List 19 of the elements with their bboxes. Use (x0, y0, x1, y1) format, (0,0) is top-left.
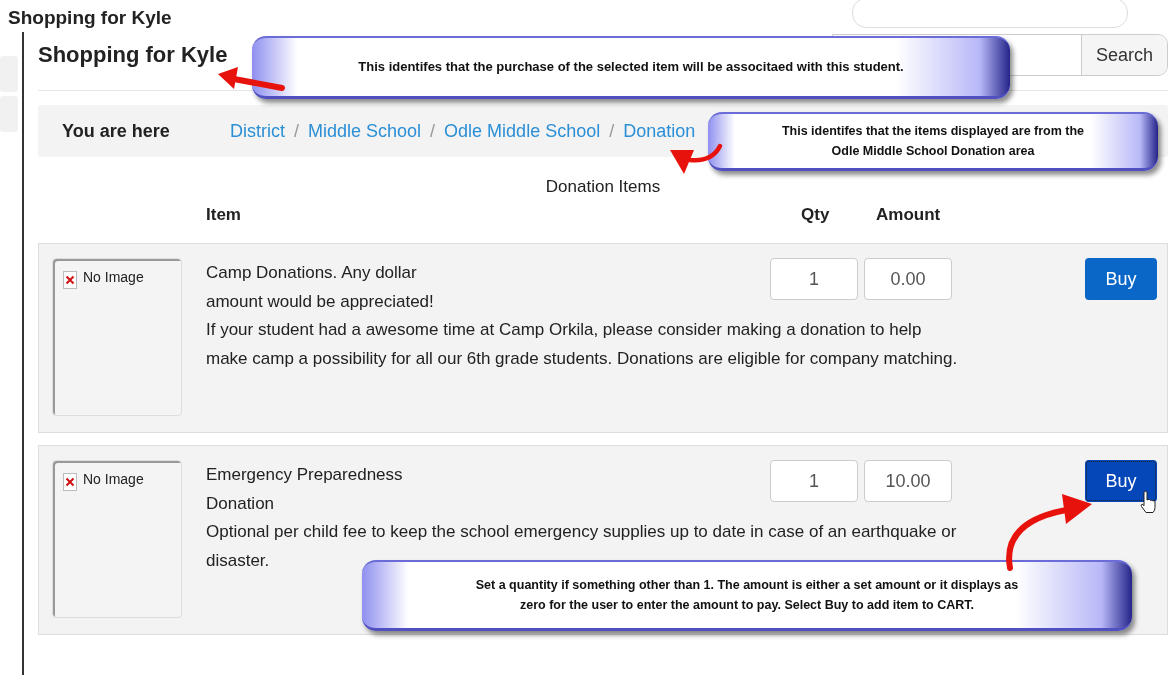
breadcrumb-separator: / (294, 120, 299, 142)
page-title: Shopping for Kyle (8, 7, 172, 29)
item-description: Optional per child fee to keep the school emergency supplies up to date in case of an earthquake or disaster. (206, 521, 958, 572)
column-header: Item (206, 205, 241, 225)
image-caption: No Image (83, 471, 144, 487)
page-title: Shopping for Kyle (38, 42, 228, 68)
column-header: Amount (876, 205, 941, 225)
callout-text: This identifes that the items displayed are from the Odle Middle School Donation area (781, 123, 1085, 160)
callout-text: This identifes that the purchase of the selected item will be associtaed with this student. (358, 58, 904, 76)
item-title: Emergency Preparedness Donation (206, 464, 404, 515)
section-title: Donation Items (544, 177, 662, 197)
image-caption: No Image (83, 269, 144, 285)
item-description: If your student had a awesome time at Camp Orkila, please consider making a donation to help make camp a possibility for all our 6th grade students. Donations are eligible for company matching. (206, 319, 959, 370)
column-header: Qty (801, 205, 830, 225)
callout-text: Set a quantity if something other than 1. The amount is either a set amount or it displays as zero for the user to enter the amount to pay. Select Buy to add item to CART. (475, 577, 1019, 614)
breadcrumb-separator: / (430, 120, 436, 142)
breadcrumb-label: You are here (62, 120, 171, 142)
breadcrumb-separator: / (609, 120, 615, 142)
item-title: Camp Donations. Any dollar amount would be appreciated! (206, 262, 435, 313)
